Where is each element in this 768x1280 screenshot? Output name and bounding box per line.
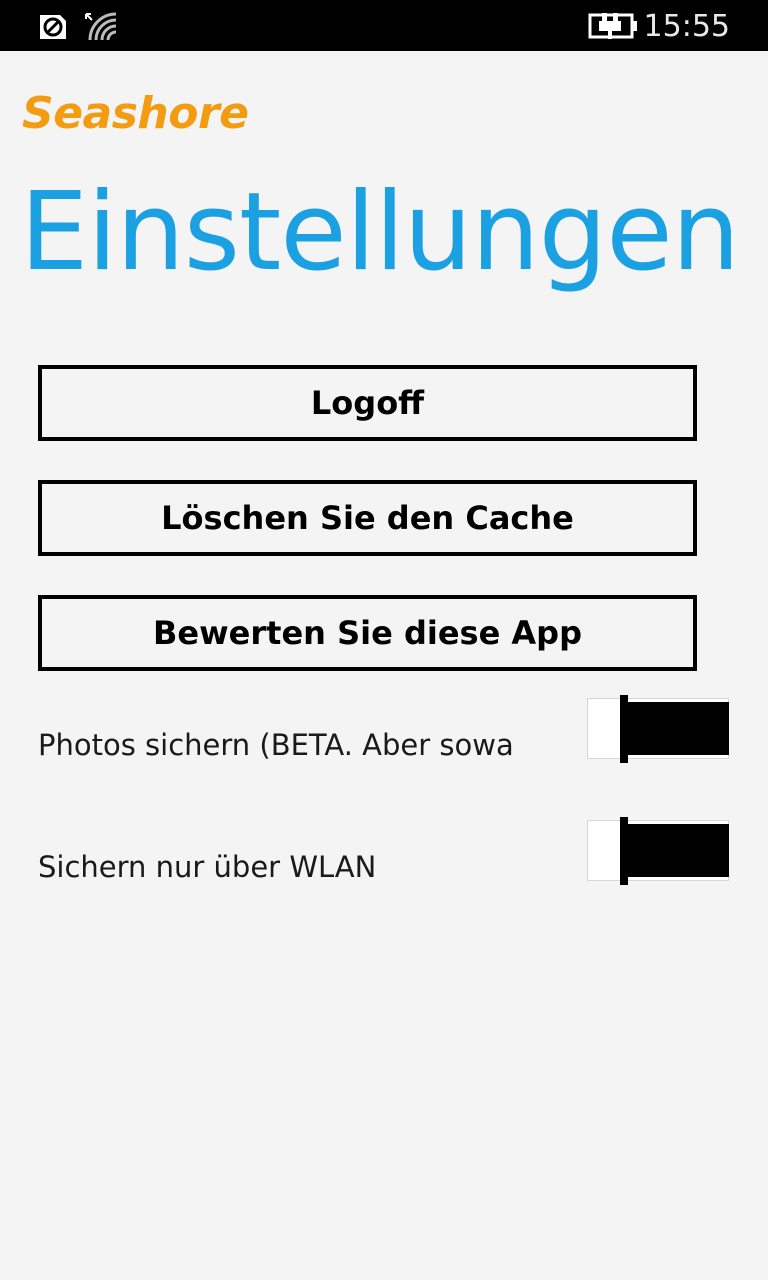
wifi-icon [84, 0, 120, 51]
clear-cache-button[interactable]: Löschen Sie den Cache [38, 480, 697, 556]
toggle-fill [620, 824, 729, 877]
app-name: Seashore [22, 88, 249, 139]
toggle-fill [620, 702, 729, 755]
sync-icon [36, 0, 70, 51]
page-title: Einstellungen [20, 170, 740, 295]
toggle-thumb[interactable] [620, 817, 628, 885]
rate-app-button[interactable]: Bewerten Sie diese App [38, 595, 697, 671]
wlan-only-toggle[interactable] [587, 817, 729, 885]
backup-photos-toggle[interactable] [587, 695, 729, 763]
toggle-thumb[interactable] [620, 695, 628, 763]
status-clock: 15:55 [643, 9, 730, 44]
status-bar: 15:55 [0, 0, 768, 51]
battery-charging-icon [588, 0, 640, 51]
backup-photos-label: Photos sichern (BETA. Aber sowas v [38, 728, 512, 762]
logoff-button[interactable]: Logoff [38, 365, 697, 441]
wlan-only-label: Sichern nur über WLAN [38, 850, 377, 884]
